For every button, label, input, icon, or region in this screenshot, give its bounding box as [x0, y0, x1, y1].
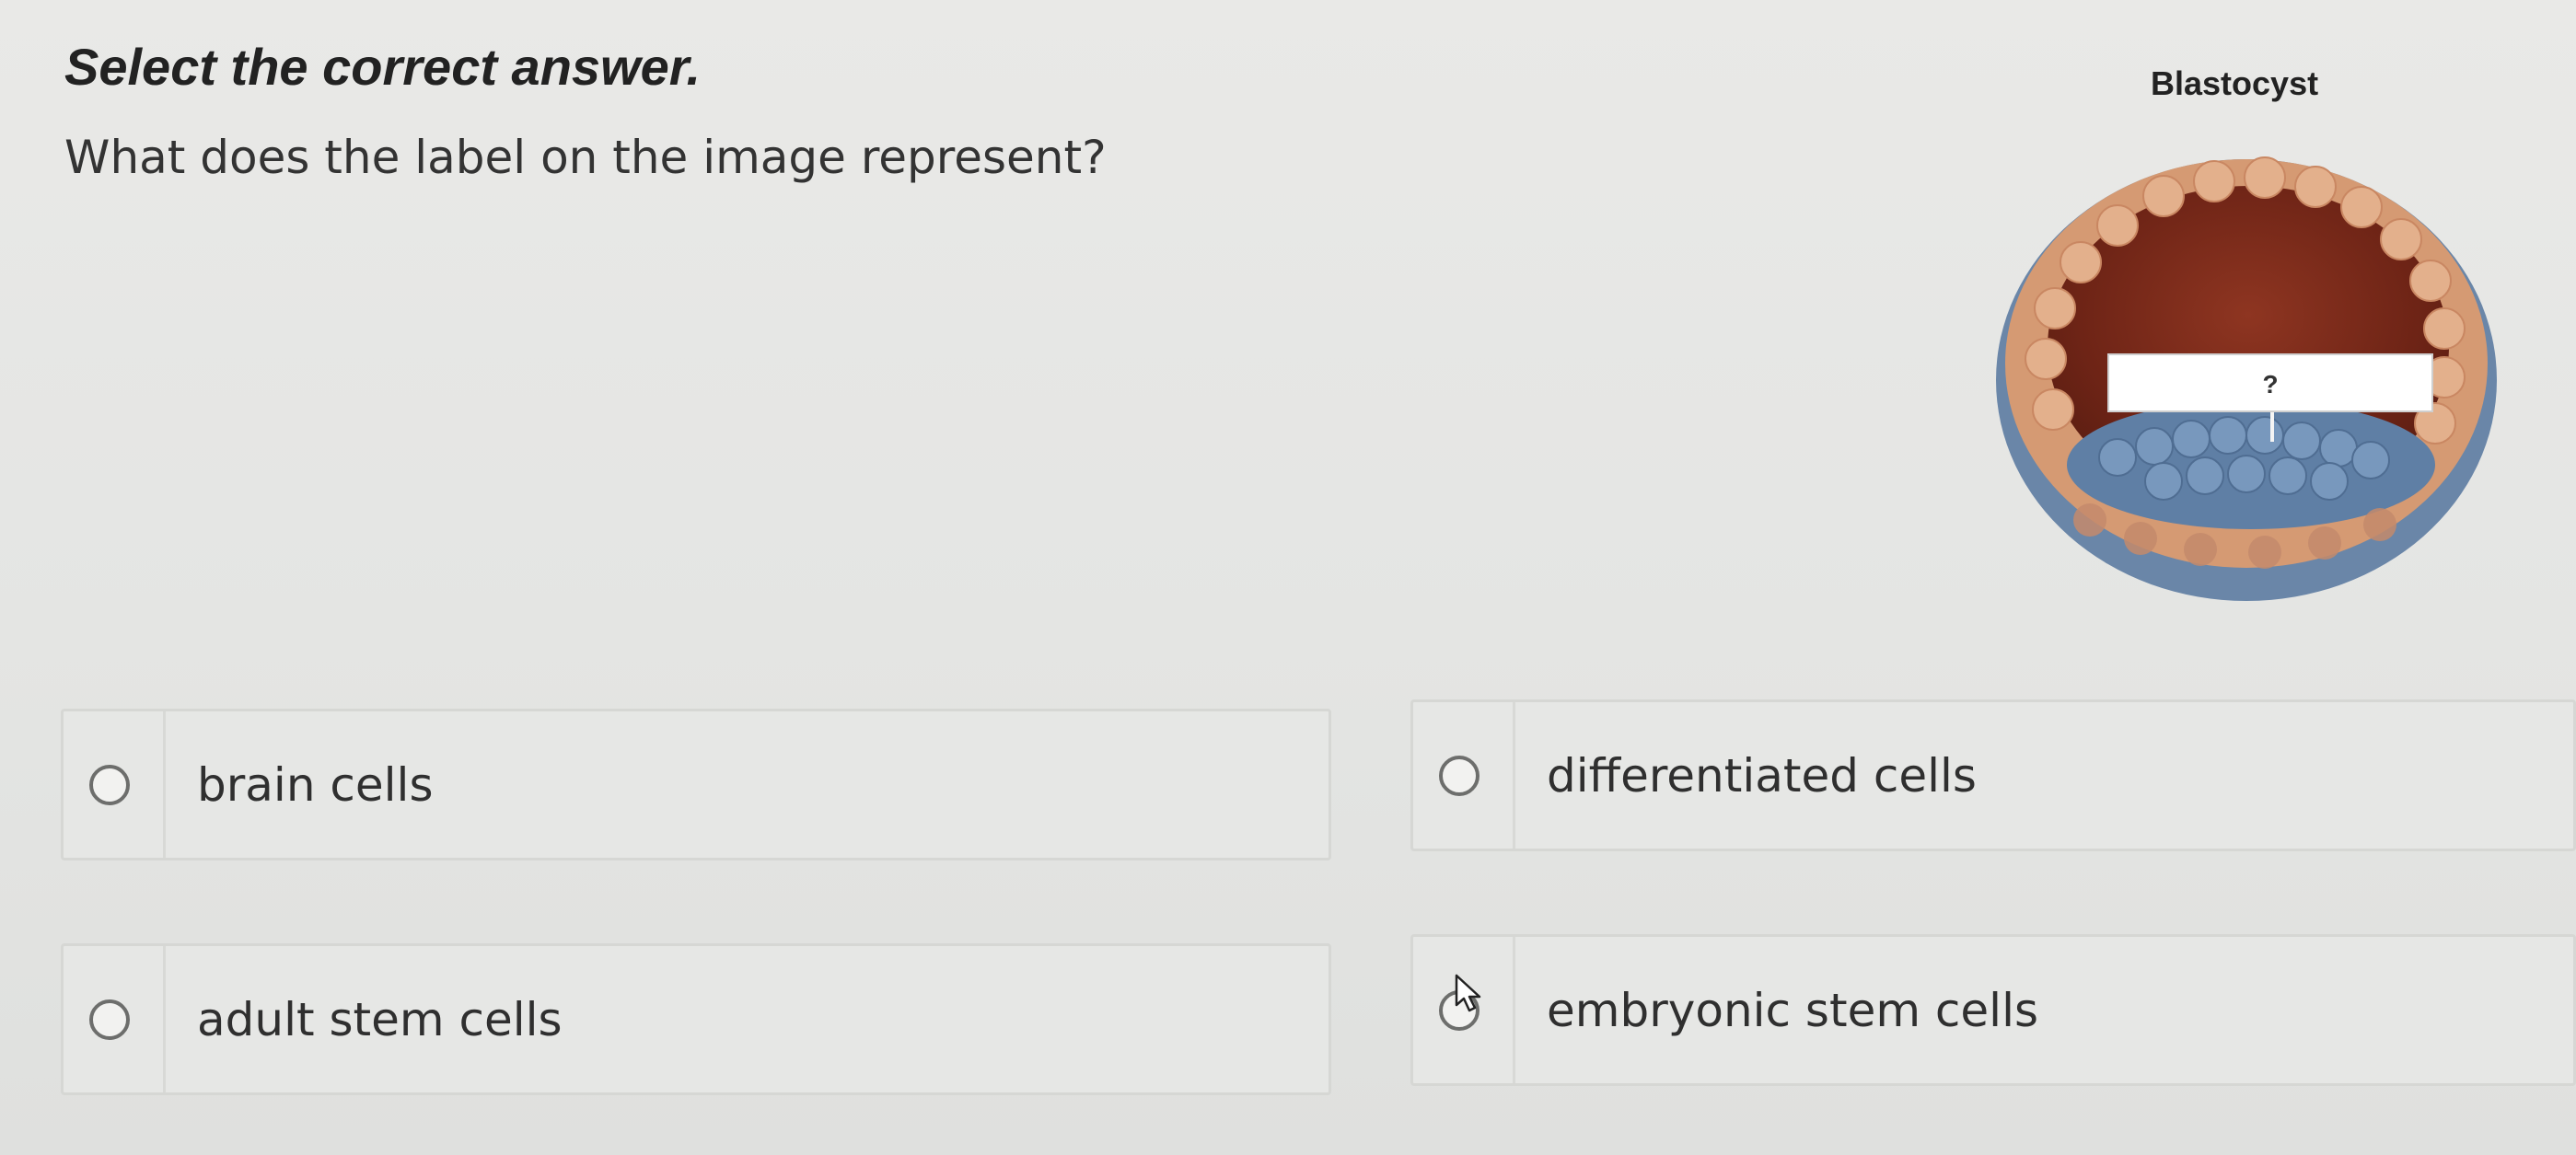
radio-button[interactable]: [1439, 755, 1479, 796]
question-text: What does the label on the image represe…: [64, 131, 1107, 184]
radio-button[interactable]: [89, 764, 130, 805]
radio-cell: [1413, 702, 1515, 849]
option-label: brain cells: [197, 757, 434, 812]
option-label: adult stem cells: [197, 992, 563, 1046]
mouse-cursor-icon: [1455, 974, 1481, 1012]
blastocyst-diagram: ?: [1979, 133, 2513, 603]
answer-option-embryonic-stem-cells[interactable]: embryonic stem cells: [1410, 934, 2576, 1086]
figure-title: Blastocyst: [2151, 64, 2319, 102]
option-label: differentiated cells: [1547, 748, 1977, 803]
option-label: embryonic stem cells: [1547, 983, 2039, 1037]
radio-cell: [64, 946, 166, 1092]
instruction-heading: Select the correct answer.: [64, 38, 702, 96]
label-marker: ?: [2262, 370, 2278, 398]
radio-cell: [64, 711, 166, 858]
answer-option-adult-stem-cells[interactable]: adult stem cells: [61, 943, 1331, 1095]
answer-option-differentiated-cells[interactable]: differentiated cells: [1410, 699, 2576, 851]
radio-button[interactable]: [89, 999, 130, 1040]
answer-option-brain-cells[interactable]: brain cells: [61, 709, 1331, 860]
